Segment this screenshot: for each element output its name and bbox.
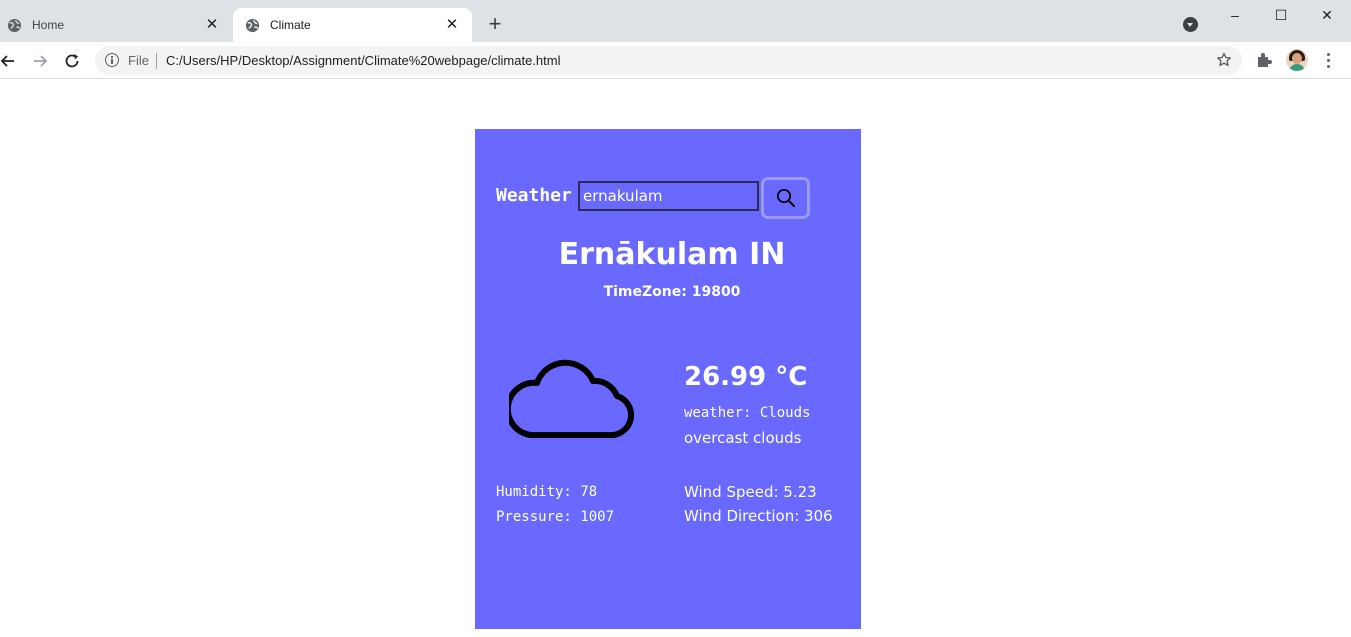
app-brand: Weather — [496, 185, 572, 206]
tab-strip: Home ✕ Climate ✕ + – ☐ ✕ — [0, 0, 1351, 42]
tab-climate[interactable]: Climate ✕ — [233, 8, 472, 42]
reload-icon[interactable] — [62, 51, 82, 71]
city-name: Ernākulam IN — [558, 237, 786, 272]
back-arrow-icon[interactable] — [0, 51, 18, 71]
profile-avatar[interactable] — [1286, 49, 1308, 71]
scheme-label: File — [128, 53, 149, 68]
browser-menu-icon[interactable] — [1327, 53, 1331, 69]
address-bar[interactable]: File C:/Users/HP/Desktop/Assignment/Clim… — [95, 46, 1242, 75]
tab-home[interactable]: Home ✕ — [0, 8, 232, 42]
city-search-input[interactable] — [578, 181, 759, 211]
url-text[interactable]: C:/Users/HP/Desktop/Assignment/Climate%2… — [166, 53, 561, 68]
tab-search-icon[interactable] — [1183, 17, 1198, 32]
bookmark-star-icon[interactable] — [1216, 52, 1232, 68]
globe-icon — [7, 18, 22, 32]
new-tab-button[interactable]: + — [484, 13, 506, 35]
timezone-text: TimeZone: 19800 — [603, 284, 741, 300]
weather-description: overcast clouds — [684, 429, 802, 447]
wind-direction-text: Wind Direction: 306 — [684, 507, 833, 525]
wind-speed-text: Wind Speed: 5.23 — [684, 483, 817, 501]
search-button[interactable] — [761, 177, 810, 219]
window-close-button[interactable]: ✕ — [1317, 5, 1337, 25]
weather-main: weather: Clouds — [684, 405, 811, 421]
maximize-button[interactable]: ☐ — [1271, 5, 1291, 25]
close-tab-icon[interactable]: ✕ — [444, 17, 460, 33]
globe-icon — [245, 18, 260, 32]
humidity-text: Humidity: 78 — [496, 484, 598, 500]
extensions-puzzle-icon[interactable] — [1255, 51, 1273, 69]
tab-title: Climate — [270, 18, 311, 32]
browser-toolbar: File C:/Users/HP/Desktop/Assignment/Clim… — [0, 42, 1351, 79]
search-icon — [776, 188, 795, 207]
forward-arrow-icon[interactable] — [30, 51, 50, 71]
temperature: 26.99 °C — [684, 362, 808, 392]
pressure-text: Pressure: 1007 — [496, 509, 615, 525]
tab-title: Home — [32, 18, 65, 32]
info-icon[interactable] — [105, 53, 119, 67]
cloud-icon — [509, 359, 635, 438]
divider — [156, 53, 157, 69]
weather-card: Weather Ernākulam IN TimeZone: 19800 26.… — [475, 129, 861, 629]
close-tab-icon[interactable]: ✕ — [204, 17, 220, 33]
minimize-button[interactable]: – — [1225, 5, 1245, 25]
